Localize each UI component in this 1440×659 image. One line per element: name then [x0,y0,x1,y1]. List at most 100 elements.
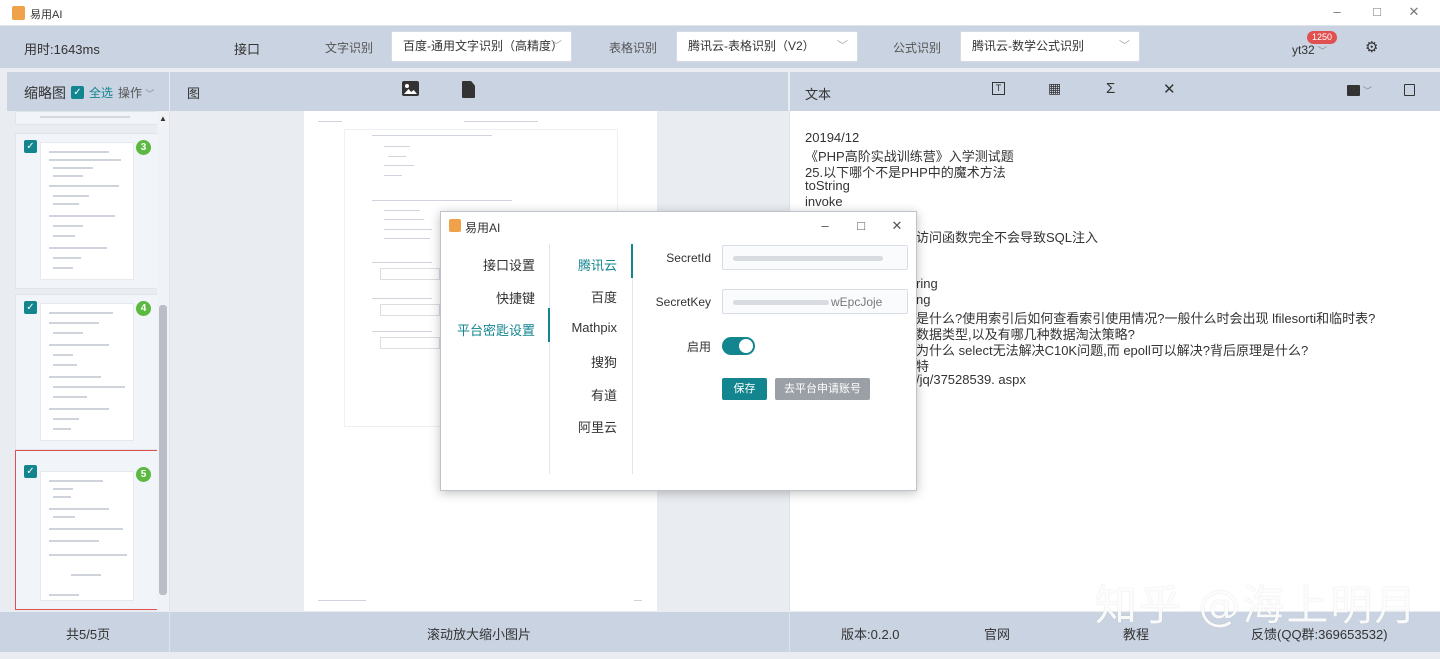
nav-platform-keys[interactable]: 平台密匙设置 [455,320,535,339]
chevron-down-icon: ﹀ [551,40,562,52]
username: yt32 [1292,43,1315,57]
nav-interface-settings[interactable]: 接口设置 [471,255,535,274]
nav-sogou[interactable]: 搜狗 [561,352,617,371]
page-count: 共5/5页 [66,627,111,642]
chevron-down-icon: ﹀ [837,40,848,52]
nav-shortcuts[interactable]: 快捷键 [471,288,535,307]
top-toolbar: 用时:1643ms 接口 文字识别 百度-通用文字识别（高精度） ﹀ 表格识别 … [0,26,1440,68]
page-number-badge: 4 [136,301,151,316]
text-ocr-label: 文字识别 [325,41,374,55]
nav-youdao[interactable]: 有道 [561,385,617,404]
chevron-down-icon: ﹀ [1318,46,1328,56]
copy-menu-icon[interactable] [1347,85,1360,96]
secret-id-field[interactable] [722,245,908,270]
save-button[interactable]: 保存 [722,378,767,400]
thumbnail-page-5[interactable]: ✓ 5 [15,450,159,610]
text-title: 文本 [805,87,832,102]
nav-mathpix[interactable]: Mathpix [561,320,617,335]
text-ocr-select[interactable]: 百度-通用文字识别（高精度） ﹀ [391,31,572,62]
apply-account-button[interactable]: 去平台申请账号 [775,378,870,400]
app-title: 易用AI [30,9,63,21]
enable-toggle[interactable] [722,337,755,355]
scrollbar-thumb[interactable] [159,305,167,595]
dialog-maximize-button[interactable]: □ [851,216,871,236]
table-grid-icon[interactable]: ▦ [1048,80,1061,97]
image-title: 图 [187,86,201,101]
thumbnail-title: 缩略图 [24,85,66,101]
sigma-icon[interactable]: Σ [1106,80,1115,97]
app-logo-icon [449,219,461,232]
result-line: 为什么 select无法解决C10K问题,而 epoll可以解决?背后原理是什么… [916,343,1309,358]
watermark: 知乎 @海上明月 [1095,581,1419,630]
website-link[interactable]: 官网 [984,624,1010,643]
text-ocr-value: 百度-通用文字识别（高精度） [403,39,563,53]
page-number-badge: 3 [136,140,151,155]
nav-aliyun[interactable]: 阿里云 [561,417,617,436]
formula-ocr-select[interactable]: 腾讯云-数学公式识别 ﹀ [960,31,1140,62]
result-line: ng [916,292,931,307]
actions-menu[interactable]: 操作 ﹀ [118,84,154,101]
result-line: invoke [805,194,843,209]
thumbnail-checkbox[interactable]: ✓ [24,465,37,478]
select-all-label[interactable]: 全选 [89,84,113,101]
app-window: 易用AI – □ ✕ 用时:1643ms 接口 文字识别 百度-通用文字识别（高… [0,0,1440,659]
thumbnail-list: ✓ 3 ✓ 4 ✓ 5 [7,111,169,611]
duplicate-icon[interactable] [1404,84,1415,96]
secret-id-label: SecretId [666,251,711,265]
active-indicator [548,308,550,342]
masked-value [733,300,829,305]
dialog-minimize-button[interactable]: – [815,216,835,236]
version-label: 版本:0.2.0 [841,627,900,642]
image-icon[interactable] [402,81,419,96]
formula-ocr-value: 腾讯云-数学公式识别 [972,39,1084,53]
text-header: 文本 T ▦ Σ ✕ ﹀ [790,72,1440,111]
result-line: 访问函数完全不会导致SQL注入 [916,230,1099,245]
nav-baidu[interactable]: 百度 [561,287,617,306]
scroll-up-arrow-icon[interactable]: ▲ [159,114,167,123]
text-format-icon[interactable]: T [992,82,1005,95]
dialog-close-button[interactable]: ✕ [887,216,907,236]
thumbnail-previous-partial[interactable] [15,111,159,125]
result-line: /jq/37528539. aspx [916,372,1026,387]
select-all-checkbox[interactable]: ✓ [71,86,84,99]
secret-key-field[interactable]: wEpcJoje [722,289,908,314]
thumbnail-page-4[interactable]: ✓ 4 [15,294,159,450]
result-line: 20194/12 [805,130,860,145]
close-button[interactable]: ✕ [1404,3,1424,21]
page-number-badge: 5 [136,467,151,482]
dialog-title: 易用AI [465,221,501,235]
result-line: toString [805,178,850,193]
settings-gear-icon[interactable]: ⚙ [1365,38,1378,56]
thumbnail-page-image [40,142,134,280]
title-bar: 易用AI – □ ✕ [0,0,1440,26]
divider [632,244,633,474]
thumbnail-page-3[interactable]: ✓ 3 [15,133,159,289]
zoom-hint: 滚动放大缩小图片 [427,627,532,642]
table-ocr-value: 腾讯云-表格识别（V2） [688,39,815,53]
secret-key-label: SecretKey [655,295,711,309]
thumbnail-header: 缩略图 ✓ 全选 操作 ﹀ [7,72,169,111]
enable-label: 启用 [686,340,711,354]
interface-label: 接口 [234,42,261,57]
table-ocr-select[interactable]: 腾讯云-表格识别（V2） ﹀ [676,31,858,62]
thumbnail-checkbox[interactable]: ✓ [24,301,37,314]
maximize-button[interactable]: □ [1367,3,1387,21]
minimize-button[interactable]: – [1327,3,1347,21]
chevron-down-icon: ﹀ [145,89,155,99]
user-menu[interactable]: yt32 ﹀ [1292,43,1327,57]
image-header: 图 [170,72,788,111]
table-ocr-label: 表格识别 [609,41,658,55]
chevron-down-icon: ﹀ [1119,40,1130,52]
actions-label: 操作 [118,86,143,100]
thumbnail-page-image [40,471,134,601]
formula-ocr-label: 公式识别 [893,41,942,55]
elapsed-time: 用时:1643ms [24,42,100,57]
thumbnail-checkbox[interactable]: ✓ [24,140,37,153]
thumbnail-scrollbar[interactable]: ▲ [157,111,169,611]
nav-tencent-cloud[interactable]: 腾讯云 [561,255,617,274]
thumbnail-page-image [40,303,134,441]
chevron-down-icon[interactable]: ﹀ [1363,84,1372,97]
pdf-icon[interactable] [462,81,475,98]
clear-x-icon[interactable]: ✕ [1163,80,1176,98]
settings-dialog: 易用AI – □ ✕ 接口设置 快捷键 平台密匙设置 腾讯云 百度 Mathpi… [440,211,917,491]
